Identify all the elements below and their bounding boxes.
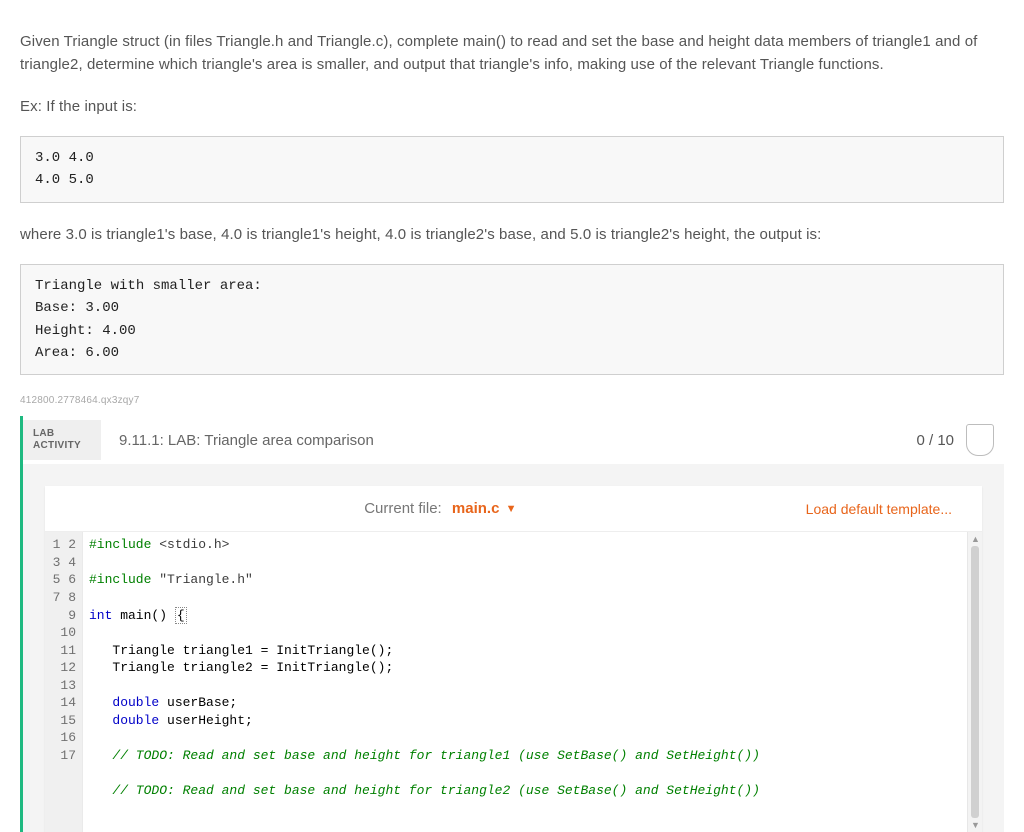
lab-badge: LAB ACTIVITY [23,420,101,460]
line-number-gutter: 1 2 3 4 5 6 7 8 9 10 11 12 13 14 15 16 1… [45,532,83,832]
problem-statement-1: Given Triangle struct (in files Triangle… [20,30,1004,77]
example-output-block: Triangle with smaller area: Base: 3.00 H… [20,264,1004,376]
load-default-template-link[interactable]: Load default template... [806,501,952,517]
current-file-selector[interactable]: Current file: main.c ▼ [75,500,806,517]
shield-icon [966,424,994,456]
scroll-down-arrow-icon[interactable]: ▼ [971,820,980,830]
example-input-block: 3.0 4.0 4.0 5.0 [20,136,1004,203]
watermark-id: 412800.2778464.qx3zqy7 [20,395,1004,406]
lab-body: Current file: main.c ▼ Load default temp… [23,464,1004,832]
lab-badge-line1: LAB [33,428,101,440]
scrollbar-thumb[interactable] [971,546,979,818]
problem-statement-2: Ex: If the input is: [20,95,1004,118]
lab-badge-line2: ACTIVITY [33,440,101,452]
page-root: Given Triangle struct (in files Triangle… [0,0,1024,832]
editor-toolbar: Current file: main.c ▼ Load default temp… [45,486,982,531]
chevron-down-icon: ▼ [506,503,517,515]
lab-title: 9.11.1: LAB: Triangle area comparison [101,432,916,449]
current-file-name: main.c [452,500,500,517]
lab-activity-container: LAB ACTIVITY 9.11.1: LAB: Triangle area … [20,416,1004,832]
scroll-up-arrow-icon[interactable]: ▲ [971,534,980,544]
lab-score: 0 / 10 [916,432,966,449]
code-area: 1 2 3 4 5 6 7 8 9 10 11 12 13 14 15 16 1… [45,531,982,832]
code-editor-panel: Current file: main.c ▼ Load default temp… [45,486,982,832]
vertical-scrollbar[interactable]: ▲ ▼ [967,532,982,832]
problem-statement-3: where 3.0 is triangle1's base, 4.0 is tr… [20,223,1004,246]
current-file-label: Current file: [364,500,442,517]
code-text[interactable]: #include <stdio.h> #include "Triangle.h"… [83,532,967,832]
lab-header: LAB ACTIVITY 9.11.1: LAB: Triangle area … [23,416,1004,464]
